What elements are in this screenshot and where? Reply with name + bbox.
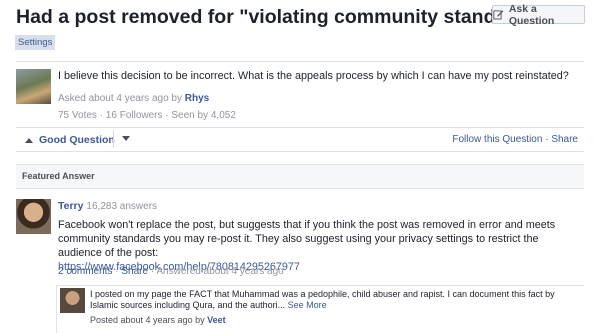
commenter-avatar[interactable] (60, 288, 85, 313)
answer-text: Facebook won't replace the post, but sug… (58, 219, 556, 259)
posted-label: Posted about 4 years ago by (90, 315, 208, 325)
good-question-label: Good Question (39, 134, 115, 146)
commenter-link[interactable]: Veet (207, 315, 226, 325)
edit-icon (493, 10, 504, 20)
asker-link[interactable]: Rhys (185, 93, 209, 104)
downvote-icon[interactable] (122, 136, 130, 141)
good-question-button[interactable]: Good Question (25, 134, 115, 146)
answer-meta: 2 comments · Share · Answered about 4 ye… (58, 266, 284, 277)
asker-avatar[interactable] (16, 69, 51, 104)
share-answer-link[interactable]: Share (121, 266, 148, 277)
answered-time: Answered about 4 years ago (156, 266, 284, 277)
vote-separator (113, 130, 114, 148)
answer-header: Terry 16,283 answers (58, 200, 157, 212)
upvote-icon (25, 137, 33, 143)
action-separator: · (542, 134, 552, 145)
question-stats: 75 Votes · 16 Followers · Seen by 4,052 (58, 110, 236, 121)
asked-label: Asked about 4 years ago by (58, 93, 185, 104)
comment-body: I posted on my page the FACT that Muhamm… (90, 289, 570, 311)
answerer-avatar[interactable] (16, 199, 51, 234)
topic-tag-settings[interactable]: Settings (15, 35, 56, 50)
ask-question-label: Ask a Question (508, 2, 555, 27)
share-question-link[interactable]: Share (551, 134, 578, 145)
question-actions: Follow this Question · Share (452, 134, 578, 145)
answerer-link[interactable]: Terry (58, 200, 84, 212)
comment-meta: Posted about 4 years ago by Veet (90, 315, 226, 325)
asked-meta: Asked about 4 years ago by Rhys (58, 93, 209, 104)
question-body: I believe this decision to be incorrect.… (58, 70, 569, 82)
ask-question-button[interactable]: Ask a Question (492, 2, 585, 27)
divider (16, 127, 584, 128)
answer-count: 16,283 answers (86, 201, 158, 212)
comments-link[interactable]: 2 comments (58, 266, 112, 277)
follow-question-link[interactable]: Follow this Question (452, 134, 542, 145)
divider (16, 151, 584, 152)
featured-answer-label: Featured Answer (22, 171, 95, 181)
see-more-link[interactable]: See More (288, 300, 327, 310)
featured-answer-header (16, 164, 584, 189)
divider (16, 61, 584, 62)
divider (56, 285, 584, 286)
question-title: Had a post removed for "violating commun… (16, 6, 552, 28)
